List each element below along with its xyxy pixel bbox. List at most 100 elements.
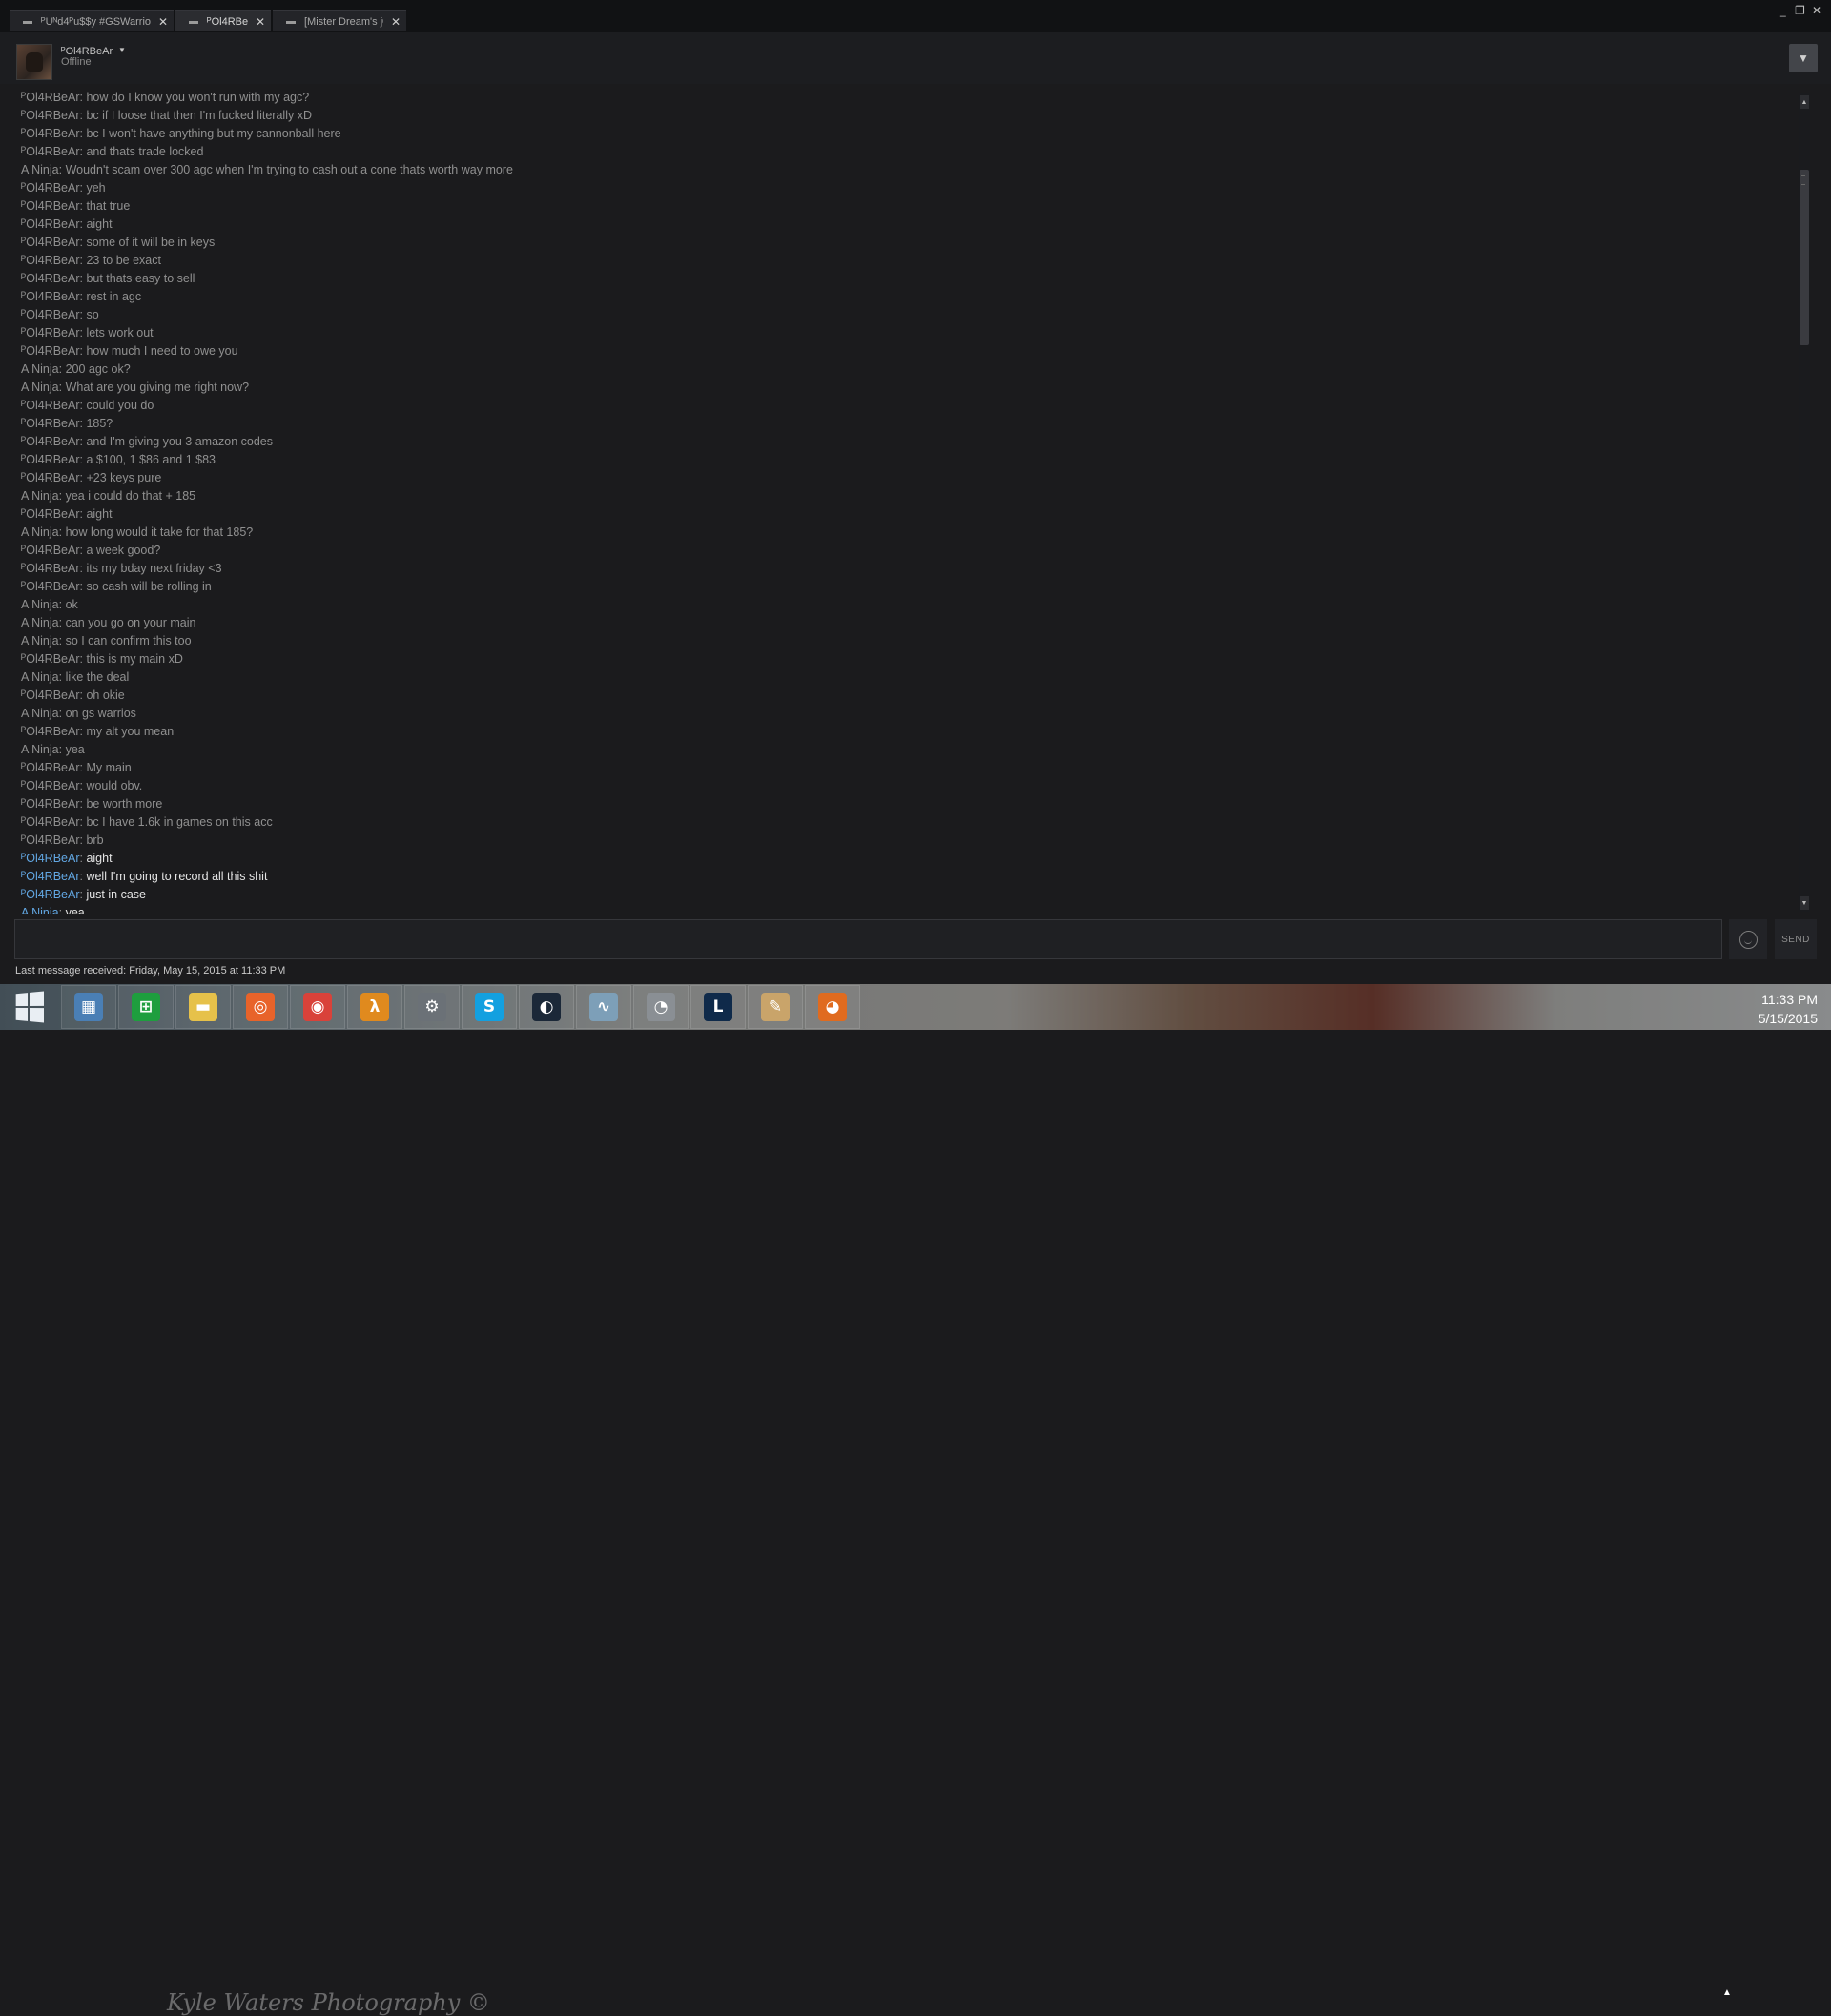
message-sender[interactable]: ᴾOl4RBeAr: [21, 471, 80, 484]
taskbar-app-button[interactable]: ✎: [748, 985, 803, 1029]
scroll-up-icon[interactable]: ▲: [1800, 95, 1809, 109]
message-sender[interactable]: A Ninja: [21, 489, 59, 503]
message-sender[interactable]: A Ninja: [21, 707, 59, 720]
message-sender[interactable]: ᴾOl4RBeAr: [21, 870, 80, 883]
chat-message: ᴾOl4RBeAr: 23 to be exact: [21, 252, 1795, 270]
message-sender[interactable]: ᴾOl4RBeAr: [21, 888, 80, 901]
chat-message: ᴾOl4RBeAr: and thats trade locked: [21, 143, 1795, 161]
close-tab-icon[interactable]: ✕: [158, 15, 168, 29]
message-sender[interactable]: ᴾOl4RBeAr: [21, 236, 80, 249]
message-sender[interactable]: ᴾOl4RBeAr: [21, 91, 80, 104]
message-sender[interactable]: ᴾOl4RBeAr: [21, 544, 80, 557]
chat-message: ᴾOl4RBeAr: bc I have 1.6k in games on th…: [21, 813, 1795, 832]
taskbar-app-button[interactable]: ▬: [175, 985, 231, 1029]
message-sender[interactable]: ᴾOl4RBeAr: [21, 761, 80, 774]
message-sender[interactable]: A Ninja: [21, 362, 59, 376]
message-sender[interactable]: A Ninja: [21, 598, 59, 611]
message-sender[interactable]: ᴾOl4RBeAr: [21, 652, 80, 666]
message-sender[interactable]: ᴾOl4RBeAr: [21, 689, 80, 702]
taskbar-app-button[interactable]: ◔: [633, 985, 689, 1029]
chat-tab-1[interactable]: ▬ ᴾUᴺd4ᴾu$$y #GSWarriors ✕: [10, 10, 174, 31]
chat-tab-2[interactable]: ▬ ᴾOl4RBeAr ✕: [175, 10, 271, 31]
message-sender[interactable]: ᴾOl4RBeAr: [21, 562, 80, 575]
close-window-icon[interactable]: ✕: [1812, 4, 1821, 17]
message-separator: :: [58, 489, 66, 503]
send-button[interactable]: SEND: [1775, 919, 1817, 959]
message-sender[interactable]: ᴾOl4RBeAr: [21, 453, 80, 466]
message-input[interactable]: [15, 920, 1721, 958]
restore-icon[interactable]: ❐: [1795, 4, 1805, 17]
taskbar-app-button[interactable]: ⚙: [404, 985, 460, 1029]
message-sender[interactable]: ᴾOl4RBeAr: [21, 435, 80, 448]
chat-scrollbar[interactable]: ▲ ▼: [1799, 93, 1810, 912]
message-sender[interactable]: A Ninja: [21, 906, 59, 914]
message-text: how do I know you won't run with my agc?: [86, 91, 310, 104]
show-hidden-icons-icon[interactable]: ▲: [1722, 1987, 1732, 1998]
message-sender[interactable]: ᴾOl4RBeAr: [21, 399, 80, 412]
chat-message: ᴾOl4RBeAr: brb: [21, 832, 1795, 850]
taskbar-app-button[interactable]: λ: [347, 985, 402, 1029]
taskbar-app-button[interactable]: ⊞: [118, 985, 174, 1029]
chat-message: ᴾOl4RBeAr: +23 keys pure: [21, 469, 1795, 487]
taskbar-app-button[interactable]: ◎: [233, 985, 288, 1029]
message-sender[interactable]: ᴾOl4RBeAr: [21, 833, 80, 847]
message-text: be worth more: [86, 797, 163, 811]
message-sender[interactable]: A Ninja: [21, 670, 59, 684]
message-separator: :: [58, 525, 66, 539]
message-sender[interactable]: ᴾOl4RBeAr: [21, 290, 80, 303]
message-sender[interactable]: ᴾOl4RBeAr: [21, 326, 80, 339]
message-sender[interactable]: ᴾOl4RBeAr: [21, 417, 80, 430]
message-text: a week good?: [86, 544, 161, 557]
taskbar-app-button[interactable]: L: [690, 985, 746, 1029]
message-sender[interactable]: A Ninja: [21, 525, 59, 539]
message-sender[interactable]: A Ninja: [21, 634, 59, 648]
taskbar-app-button[interactable]: ◐: [519, 985, 574, 1029]
taskbar-app-button[interactable]: S: [462, 985, 517, 1029]
tab-label: [Mister Dream's j©: [304, 15, 383, 28]
close-tab-icon[interactable]: ✕: [391, 15, 401, 29]
message-sender[interactable]: ᴾOl4RBeAr: [21, 797, 80, 811]
chat-tab-3[interactable]: ▬ [Mister Dream's j© ✕: [273, 10, 406, 31]
chat-message: A Ninja: ok: [21, 596, 1795, 614]
taskbar-app-button[interactable]: ▦: [61, 985, 116, 1029]
message-sender[interactable]: ᴾOl4RBeAr: [21, 181, 80, 195]
message-sender[interactable]: ᴾOl4RBeAr: [21, 815, 80, 829]
avatar[interactable]: [16, 44, 52, 80]
message-text: bc I have 1.6k in games on this acc: [86, 815, 273, 829]
chevron-down-icon[interactable]: ▼: [118, 46, 126, 54]
message-text: can you go on your main: [65, 616, 196, 629]
message-sender[interactable]: ᴾOl4RBeAr: [21, 308, 80, 321]
message-sender[interactable]: ᴾOl4RBeAr: [21, 507, 80, 521]
taskbar-app-button[interactable]: ∿: [576, 985, 631, 1029]
message-sender[interactable]: A Ninja: [21, 381, 59, 394]
chat-message: ᴾOl4RBeAr: bc if I loose that then I'm f…: [21, 107, 1795, 125]
minimize-icon[interactable]: _: [1780, 4, 1786, 17]
message-sender[interactable]: ᴾOl4RBeAr: [21, 272, 80, 285]
message-sender[interactable]: ᴾOl4RBeAr: [21, 725, 80, 738]
message-sender[interactable]: ᴾOl4RBeAr: [21, 344, 80, 358]
message-sender[interactable]: A Ninja: [21, 163, 59, 176]
message-sender[interactable]: ᴾOl4RBeAr: [21, 779, 80, 792]
start-button[interactable]: [0, 985, 57, 1029]
message-sender[interactable]: ᴾOl4RBeAr: [21, 127, 80, 140]
message-sender[interactable]: A Ninja: [21, 616, 59, 629]
avatar-image: [26, 52, 43, 72]
message-sender[interactable]: ᴾOl4RBeAr: [21, 254, 80, 267]
taskbar-app-button[interactable]: ◉: [290, 985, 345, 1029]
taskbar-app-button[interactable]: ◕: [805, 985, 860, 1029]
scrollbar-thumb[interactable]: [1800, 170, 1809, 345]
close-tab-icon[interactable]: ✕: [256, 15, 265, 29]
message-sender[interactable]: ᴾOl4RBeAr: [21, 199, 80, 213]
emoticon-button[interactable]: [1729, 919, 1767, 959]
message-sender[interactable]: ᴾOl4RBeAr: [21, 109, 80, 122]
system-clock[interactable]: 11:33 PM 5/15/2015: [1741, 990, 1818, 1028]
message-sender[interactable]: ᴾOl4RBeAr: [21, 217, 80, 231]
message-sender[interactable]: A Ninja: [21, 743, 59, 756]
scroll-down-icon[interactable]: ▼: [1800, 896, 1809, 910]
chat-options-dropdown-button[interactable]: ▼: [1789, 44, 1818, 72]
message-text: +23 keys pure: [86, 471, 162, 484]
message-sender[interactable]: ᴾOl4RBeAr: [21, 852, 80, 865]
message-sender[interactable]: ᴾOl4RBeAr: [21, 145, 80, 158]
message-sender[interactable]: ᴾOl4RBeAr: [21, 580, 80, 593]
message-text: how long would it take for that 185?: [65, 525, 254, 539]
